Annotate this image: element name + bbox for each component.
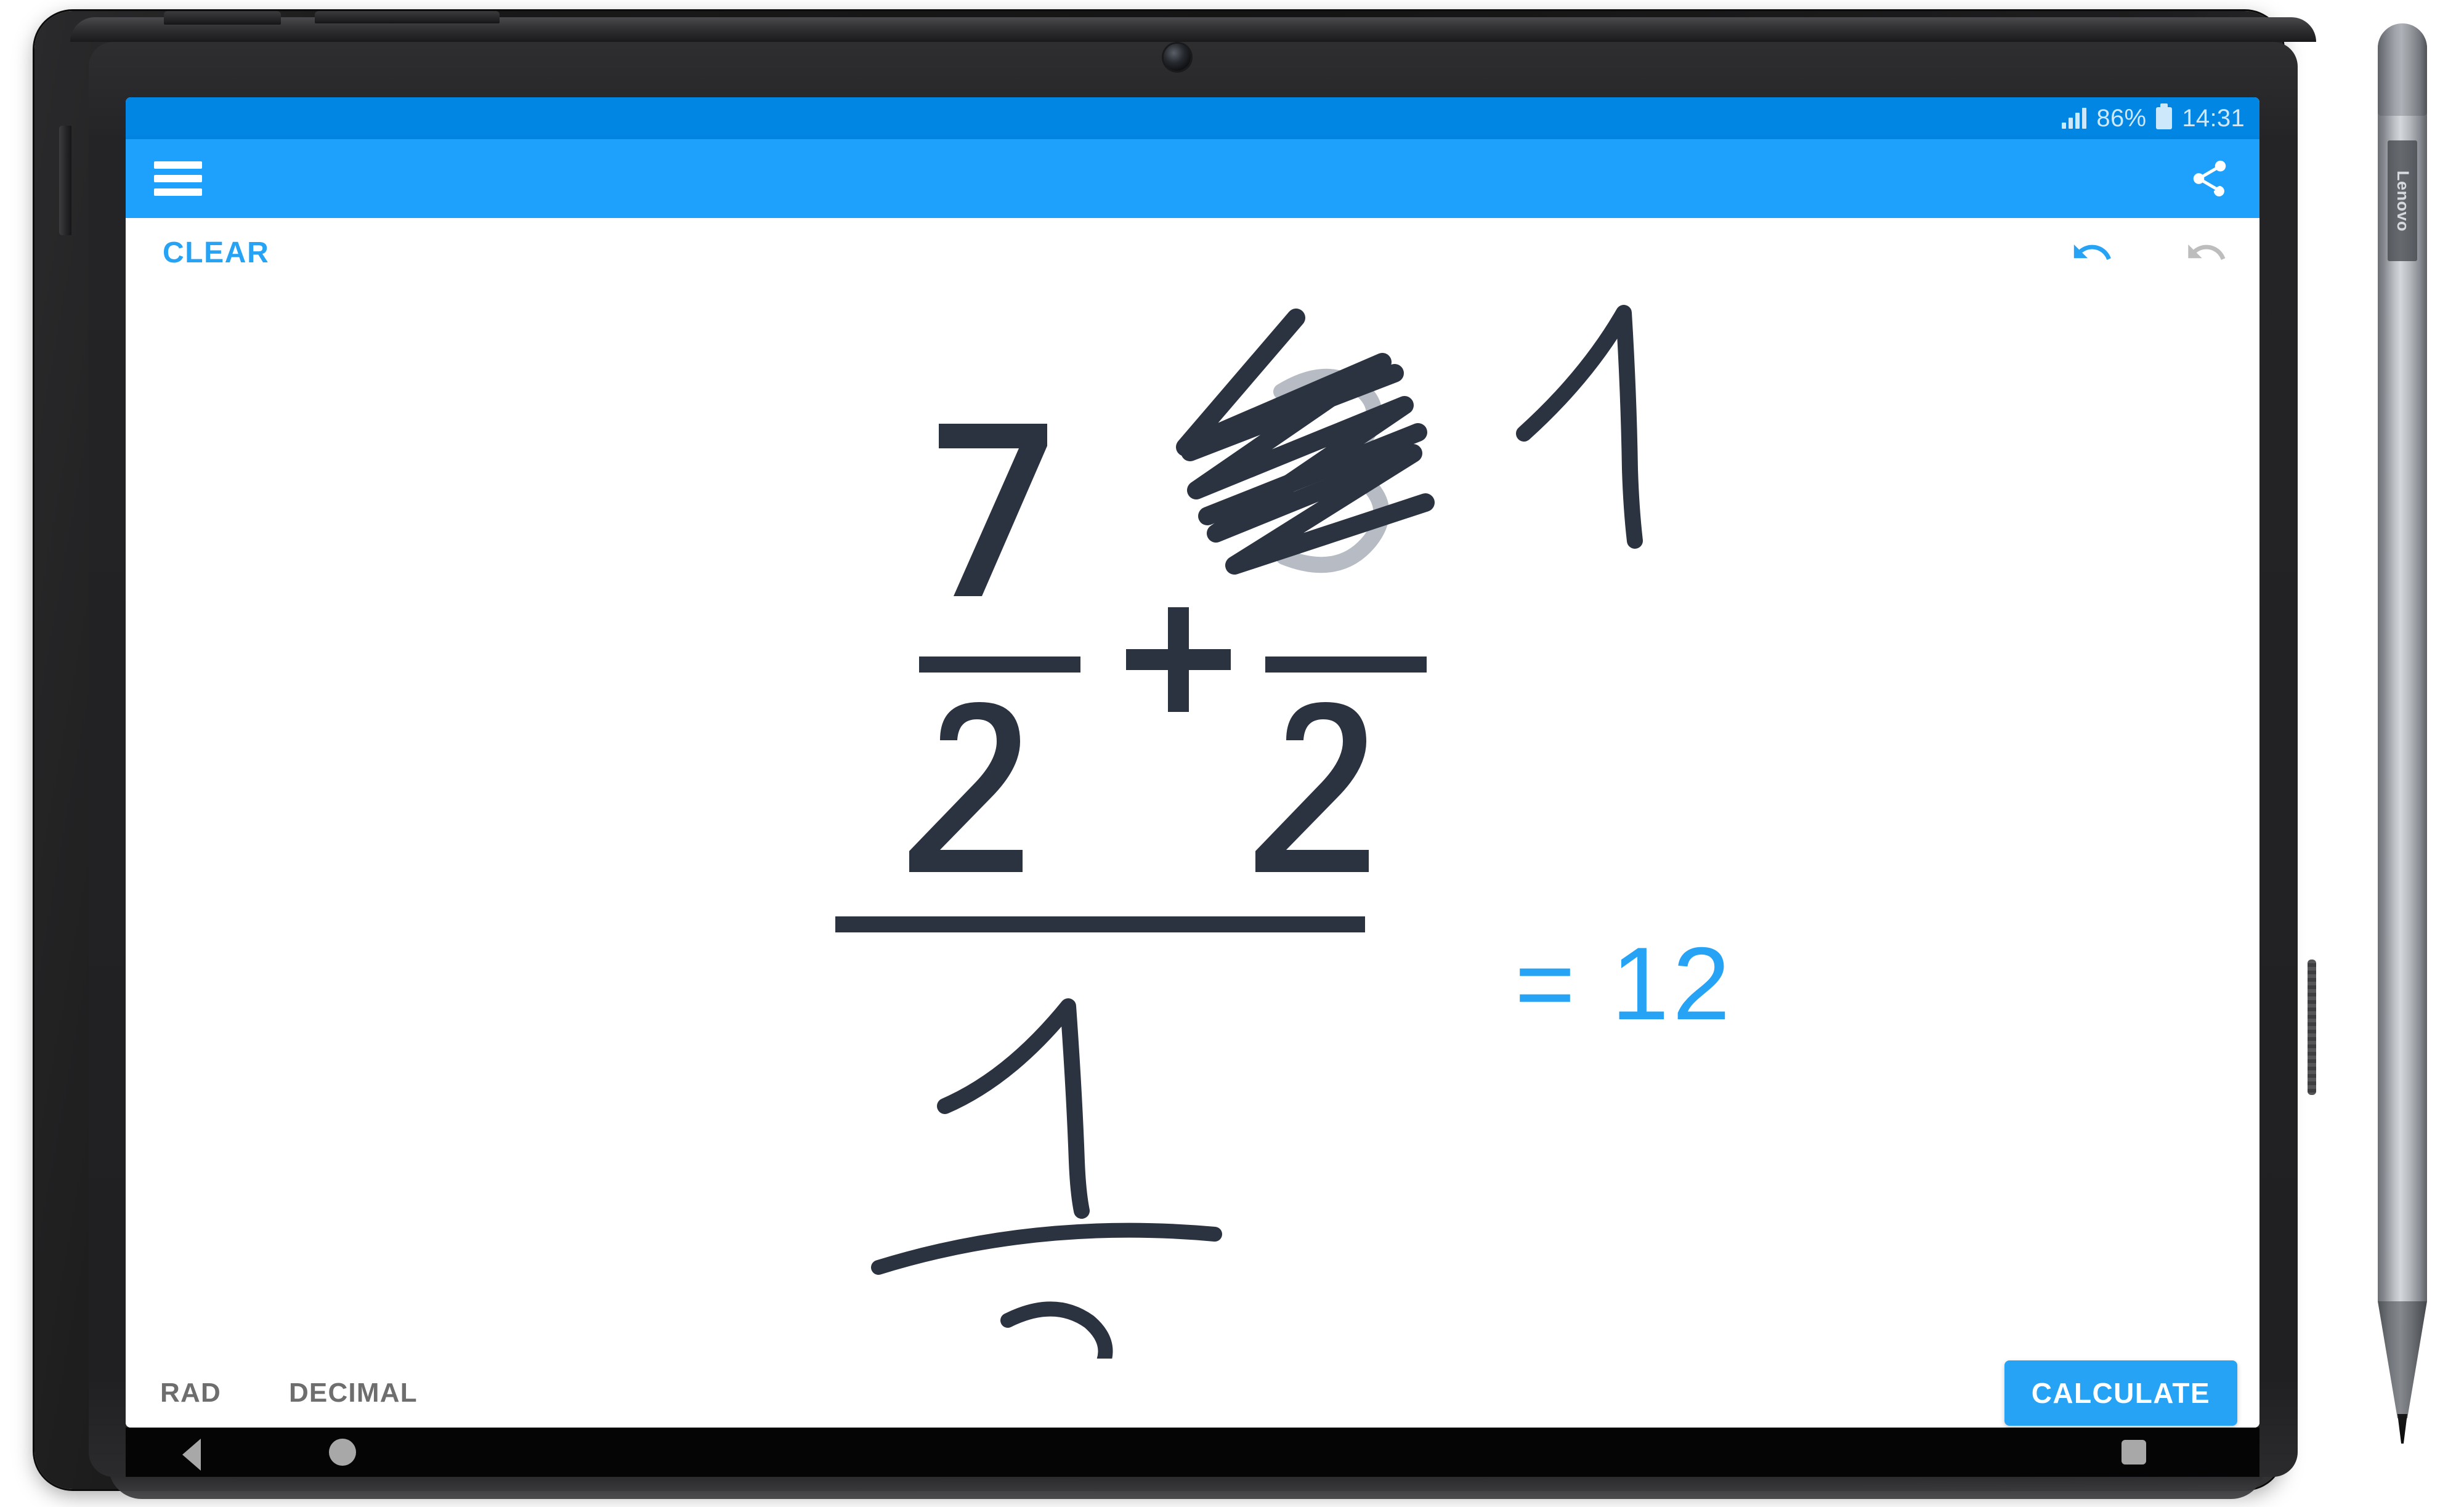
- edit-toolbar: CLEAR: [126, 218, 2259, 287]
- share-icon[interactable]: [2188, 157, 2231, 200]
- handwritten-digit-1-denominator: [937, 998, 1090, 1219]
- speaker-grille: [2308, 960, 2316, 1095]
- handwriting-canvas[interactable]: = 12: [126, 287, 2259, 1359]
- android-navigation-bar: [126, 1428, 2259, 1477]
- handwritten-fraction-bar: [871, 1222, 1222, 1275]
- stylus-brand-text: Lenovo: [2393, 170, 2412, 232]
- stylus-pen[interactable]: Lenovo: [2365, 23, 2439, 1444]
- stylus-cone: [2378, 1301, 2427, 1418]
- number-mode-button[interactable]: DECIMAL: [289, 1378, 418, 1408]
- digit-2-left-denominator: [909, 702, 1023, 872]
- battery-icon: [2156, 103, 2173, 129]
- volume-button[interactable]: [315, 11, 500, 23]
- stylus-cap: [2378, 23, 2427, 116]
- scribble-strikeout: [1176, 309, 1435, 575]
- status-bar-right-cluster: 86% 14:31: [2062, 103, 2245, 132]
- history-actions: [2072, 233, 2226, 272]
- angle-mode-button[interactable]: RAD: [160, 1378, 221, 1408]
- redo-icon: [2188, 244, 2226, 261]
- tablet-device: 86% 14:31 CLEAR = 12 RAD DECIMAL CALCULA…: [34, 11, 2316, 1499]
- plus-operator: [1126, 607, 1231, 712]
- tablet-screen: 86% 14:31 CLEAR = 12 RAD DECIMAL CALCULA…: [126, 97, 2259, 1428]
- result-label: = 12: [1515, 926, 1734, 1041]
- camera-icon: [1164, 44, 1191, 71]
- math-expression-ink: [835, 305, 1643, 1359]
- digit-7-left-numerator: [939, 424, 1047, 596]
- screenshot-scene: 86% 14:31 CLEAR = 12 RAD DECIMAL CALCULA…: [0, 0, 2464, 1507]
- hamburger-menu-icon[interactable]: [154, 161, 202, 196]
- side-button[interactable]: [59, 126, 71, 235]
- digit-2-right-denominator: [1255, 702, 1369, 872]
- signal-bars-icon: [2062, 108, 2087, 129]
- bottom-toolbar: RAD DECIMAL CALCULATE: [126, 1359, 2259, 1428]
- handwritten-digit-3: [1000, 1301, 1113, 1359]
- power-button[interactable]: [164, 11, 281, 25]
- battery-percent-label: 86%: [2096, 104, 2147, 132]
- undo-icon[interactable]: [2072, 233, 2122, 272]
- clock-label: 14:31: [2182, 104, 2245, 132]
- mode-toggle-group: RAD DECIMAL: [160, 1378, 418, 1408]
- clear-button[interactable]: CLEAR: [160, 232, 272, 273]
- status-bar: 86% 14:31: [126, 97, 2259, 139]
- stylus-nib: [2397, 1414, 2407, 1444]
- app-bar: [126, 139, 2259, 218]
- fraction-bar-left: [919, 657, 1080, 673]
- main-fraction-bar: [835, 916, 1365, 932]
- stylus-brand-label: Lenovo: [2388, 140, 2417, 261]
- back-triangle-icon[interactable]: [182, 1439, 201, 1471]
- handwritten-digit-1-numerator: [1516, 305, 1643, 549]
- fraction-bar-right: [1265, 657, 1427, 673]
- calculate-button[interactable]: CALCULATE: [2004, 1360, 2237, 1426]
- recents-square-icon[interactable]: [2122, 1440, 2146, 1465]
- home-circle-icon[interactable]: [329, 1439, 356, 1466]
